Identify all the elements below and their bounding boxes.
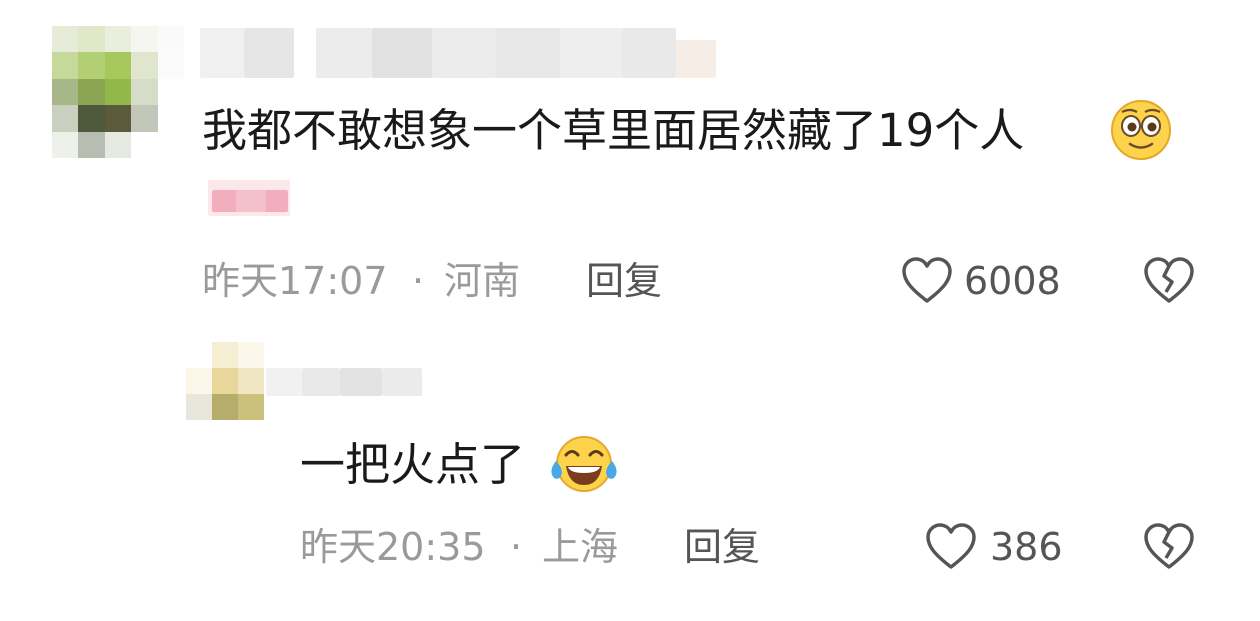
avatar[interactable]	[186, 342, 264, 420]
comment-time: 昨天17:07	[202, 259, 388, 303]
comment-time: 昨天20:35	[300, 525, 486, 569]
heart-outline-icon[interactable]	[900, 256, 954, 306]
heart-outline-icon[interactable]	[924, 522, 978, 572]
reply-button[interactable]: 回复	[586, 262, 662, 300]
smirk-face-emoji	[1111, 100, 1171, 160]
comment-text: 一把火点了	[300, 438, 526, 491]
meta-separator: ·	[412, 259, 425, 303]
comment-location: 河南	[444, 259, 521, 303]
like-count: 386	[990, 525, 1063, 569]
broken-heart-icon[interactable]	[1142, 522, 1196, 572]
avatar[interactable]	[52, 26, 184, 158]
comment-location: 上海	[542, 525, 619, 569]
comment-text: 我都不敢想象一个草里面居然藏了19个人	[202, 104, 1025, 157]
meta-separator: ·	[510, 525, 523, 569]
like-count: 6008	[964, 259, 1061, 303]
broken-heart-icon[interactable]	[1142, 256, 1196, 306]
reply-button[interactable]: 回复	[684, 528, 760, 566]
tears-of-joy-emoji	[551, 436, 617, 492]
